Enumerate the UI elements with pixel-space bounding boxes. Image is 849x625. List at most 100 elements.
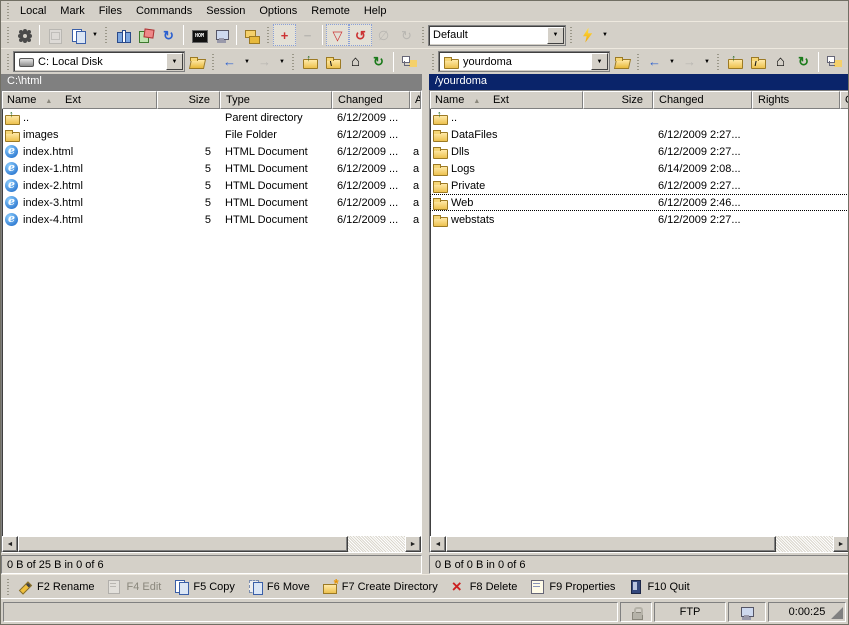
scroll-left-button[interactable]: ◄ (430, 536, 446, 552)
column-header-owner[interactable]: Owner (840, 91, 849, 109)
function-key-button[interactable]: F7 Create Directory (318, 576, 446, 598)
function-key-button[interactable]: F10 Quit (623, 576, 697, 598)
panel-divider[interactable] (422, 74, 429, 574)
remote-horizontal-scrollbar[interactable]: ◄ ► (430, 536, 849, 552)
unselect-files-button[interactable]: − (296, 24, 319, 46)
column-header-ext[interactable]: Ext (65, 94, 81, 106)
right-parent-directory-button[interactable] (723, 51, 746, 73)
synchronize-browsing-button[interactable] (111, 24, 134, 46)
file-row[interactable]: index-4.html 5 HTML Document 6/12/2009 .… (2, 211, 421, 228)
column-header-size[interactable]: Size (157, 91, 220, 109)
file-row[interactable]: images File Folder 6/12/2009 ... (2, 126, 421, 143)
left-forward-dropdown[interactable]: ▼ (276, 51, 288, 73)
new-session-dropdown[interactable]: ▼ (89, 24, 101, 46)
left-root-directory-button[interactable]: \ (321, 51, 344, 73)
select-files-button[interactable]: + (273, 24, 296, 46)
scroll-left-button[interactable]: ◄ (2, 536, 18, 552)
menu-item[interactable]: Local (13, 3, 53, 19)
left-forward-button[interactable]: → (253, 51, 276, 73)
column-header-name[interactable]: Name▲ Ext (430, 91, 583, 109)
synchronize-button[interactable]: ↻ (157, 24, 180, 46)
transfer-options-dropdown[interactable]: ▼ (599, 24, 611, 46)
menu-gripper[interactable] (6, 2, 10, 20)
menu-item[interactable]: Mark (53, 3, 91, 19)
file-row[interactable]: index-3.html 5 HTML Document 6/12/2009 .… (2, 194, 421, 211)
left-parent-directory-button[interactable] (298, 51, 321, 73)
function-key-button[interactable]: F2 Rename (13, 576, 102, 598)
scroll-right-button[interactable]: ► (405, 536, 421, 552)
left-drive-combo[interactable]: C: Local Disk ▼ (13, 51, 185, 72)
column-header-rights[interactable]: Rights (752, 91, 840, 109)
right-open-directory-button[interactable] (610, 51, 633, 73)
compare-directories-button[interactable] (134, 24, 157, 46)
left-refresh-button[interactable]: ↻ (367, 51, 390, 73)
menu-item[interactable]: Commands (129, 3, 199, 19)
menu-item[interactable]: Session (199, 3, 252, 19)
menu-item[interactable]: Options (252, 3, 304, 19)
column-header-attr[interactable]: Attr (410, 91, 421, 109)
column-header-type[interactable]: Type (220, 91, 332, 109)
right-tree-view-button[interactable] (822, 51, 845, 73)
synchronize-icon: ↻ (163, 29, 174, 42)
function-key-button[interactable]: F9 Properties (525, 576, 623, 598)
toolbar-gripper[interactable] (6, 26, 10, 44)
file-row[interactable]: index-1.html 5 HTML Document 6/12/2009 .… (2, 160, 421, 177)
right-directory-combo[interactable]: yourdoma ▼ (438, 51, 610, 72)
transfer-settings-dropdown[interactable]: ▼ (547, 27, 564, 44)
file-row[interactable]: .. (430, 109, 849, 126)
transfer-settings-combo[interactable]: Default ▼ (428, 25, 566, 46)
file-row[interactable]: Dlls 6/12/2009 2:27... (430, 143, 849, 160)
right-root-directory-button[interactable]: / (746, 51, 769, 73)
transfer-files-button[interactable] (240, 24, 263, 46)
file-row[interactable]: Web 6/12/2009 2:46... (430, 194, 849, 211)
right-forward-button[interactable]: → (678, 51, 701, 73)
preferences-button[interactable] (13, 24, 36, 46)
left-drive-dropdown[interactable]: ▼ (166, 53, 183, 70)
scroll-thumb[interactable] (18, 536, 348, 552)
file-row[interactable]: DataFiles 6/12/2009 2:27... (430, 126, 849, 143)
file-row[interactable]: webstats 6/12/2009 2:27... (430, 211, 849, 228)
local-horizontal-scrollbar[interactable]: ◄ ► (2, 536, 421, 552)
console-button[interactable] (187, 24, 210, 46)
scroll-thumb[interactable] (446, 536, 776, 552)
clear-selection-button[interactable]: ∅ (372, 24, 395, 46)
left-back-dropdown[interactable]: ▼ (241, 51, 253, 73)
file-row[interactable]: Logs 6/14/2009 2:08... (430, 160, 849, 177)
menu-item[interactable]: Files (92, 3, 129, 19)
new-session-button[interactable] (66, 24, 89, 46)
queue-button[interactable] (43, 24, 66, 46)
left-open-directory-button[interactable] (185, 51, 208, 73)
column-header-changed[interactable]: Changed (332, 91, 410, 109)
auto-refresh-button[interactable]: ↺ (349, 24, 372, 46)
restore-selection-button[interactable]: ↻ (395, 24, 418, 46)
file-row[interactable]: index.html 5 HTML Document 6/12/2009 ...… (2, 143, 421, 160)
left-tree-view-button[interactable] (397, 51, 420, 73)
function-key-button[interactable]: F4 Edit (102, 576, 169, 598)
filter-button[interactable]: ▽ (326, 24, 349, 46)
function-key-button[interactable]: F6 Move (243, 576, 318, 598)
resize-grip[interactable] (831, 607, 843, 619)
open-in-terminal-button[interactable] (210, 24, 233, 46)
column-header-changed[interactable]: Changed (653, 91, 752, 109)
menu-item[interactable]: Help (357, 3, 394, 19)
right-refresh-button[interactable]: ↻ (792, 51, 815, 73)
file-row[interactable]: index-2.html 5 HTML Document 6/12/2009 .… (2, 177, 421, 194)
left-home-directory-button[interactable]: ⌂ (344, 51, 367, 73)
menu-item[interactable]: Remote (304, 3, 357, 19)
right-home-directory-button[interactable]: ⌂ (769, 51, 792, 73)
column-header-size[interactable]: Size (583, 91, 653, 109)
right-back-button[interactable]: ← (643, 51, 666, 73)
transfer-options-button[interactable] (576, 24, 599, 46)
left-back-button[interactable]: ← (218, 51, 241, 73)
function-key-button[interactable]: F8 Delete (446, 576, 526, 598)
scroll-right-button[interactable]: ► (833, 536, 849, 552)
column-header-name[interactable]: Name▲ Ext (2, 91, 157, 109)
file-row[interactable]: Private 6/12/2009 2:27... (430, 177, 849, 194)
right-back-dropdown[interactable]: ▼ (666, 51, 678, 73)
right-forward-dropdown[interactable]: ▼ (701, 51, 713, 73)
function-key-button[interactable]: F5 Copy (169, 576, 243, 598)
column-header-ext[interactable]: Ext (493, 94, 509, 106)
connection-status-cell (728, 602, 766, 622)
file-row[interactable]: .. Parent directory 6/12/2009 ... (2, 109, 421, 126)
right-directory-dropdown[interactable]: ▼ (591, 53, 608, 70)
